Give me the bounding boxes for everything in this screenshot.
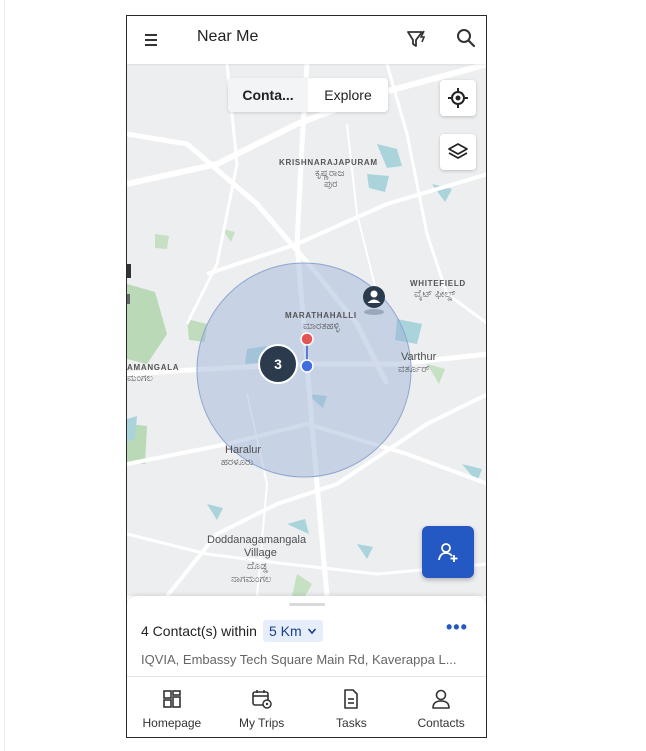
- bottom-navigation: Homepage My Trips Tasks Contacts: [127, 676, 486, 737]
- nav-homepage[interactable]: Homepage: [127, 677, 217, 737]
- add-person-icon: [438, 543, 458, 562]
- locate-icon: [448, 88, 468, 108]
- place-label-doddanagamangala-kn2: ನಾಗಮಂಗಲ: [231, 574, 272, 585]
- current-location-marker: [300, 332, 314, 373]
- place-label-marathahalli-kn: ಮಾರತಹಳ್ಳಿ: [303, 321, 340, 332]
- contacts-summary: 4 Contact(s) within 5 Km: [141, 620, 323, 642]
- place-label-whitefield: WHITEFIELD: [410, 279, 466, 288]
- map-mode-tabs: Conta... Explore: [228, 78, 388, 112]
- nav-label: Homepage: [142, 715, 202, 730]
- locate-button[interactable]: [440, 80, 476, 116]
- top-app-bar: Near Me: [127, 16, 486, 64]
- sheet-drag-handle[interactable]: [289, 603, 325, 606]
- place-label-varthur: Varthur: [401, 351, 437, 363]
- page-divider: [4, 0, 5, 751]
- filter-icon[interactable]: [405, 27, 429, 51]
- nav-label: Contacts: [417, 715, 465, 730]
- chevron-down-icon: [307, 628, 316, 635]
- place-label-mangala: AMANGALA: [127, 363, 180, 372]
- place-label-varthur-kn: ವರ್ತೂರ್: [398, 364, 430, 375]
- nav-my-trips[interactable]: My Trips: [217, 677, 307, 737]
- page-title: Near Me: [197, 28, 259, 45]
- more-options-button[interactable]: •••: [446, 617, 468, 638]
- place-label-doddanagamangala-kn: ದೊಡ್ಡ: [247, 561, 268, 572]
- app-screen: Near Me Conta... Explore KRISHNARAJAPURA…: [126, 15, 487, 738]
- tab-contacts[interactable]: Conta...: [228, 78, 308, 112]
- nav-label: My Trips: [238, 715, 285, 730]
- nav-contacts[interactable]: Contacts: [396, 677, 486, 737]
- person-icon: [432, 689, 450, 709]
- current-address: IQVIA, Embassy Tech Square Main Rd, Kave…: [141, 652, 457, 667]
- contacts-count-text: 4 Contact(s) within: [141, 623, 257, 639]
- contacts-bottom-sheet[interactable]: 4 Contact(s) within 5 Km ••• IQVIA, Emba…: [127, 596, 486, 676]
- menu-icon[interactable]: [143, 30, 163, 50]
- layers-button[interactable]: [440, 134, 476, 170]
- tab-explore[interactable]: Explore: [308, 78, 388, 112]
- place-label-krishnarajapuram-kn: ಕೃಷ್ಣರಾಜ: [315, 168, 345, 179]
- place-label-doddanagamangala: Doddanagamangala: [207, 534, 307, 546]
- radius-value: 5 Km: [268, 623, 302, 639]
- place-label-krishnarajapuram-kn2: ಪುರ: [324, 179, 338, 190]
- add-contact-button[interactable]: [422, 526, 474, 578]
- layers-icon: [448, 143, 468, 159]
- place-label-haralur-kn: ಹರಳೂರು: [221, 457, 254, 468]
- nav-tasks[interactable]: Tasks: [307, 677, 397, 737]
- place-label-whitefield-kn: ವೈಟ್ ಫೀಲ್ಡ್: [414, 289, 456, 300]
- contact-cluster-marker[interactable]: 3: [258, 344, 298, 384]
- contact-pin-icon[interactable]: [361, 284, 387, 316]
- dashboard-icon: [163, 689, 181, 708]
- place-label-krishnarajapuram: KRISHNARAJAPURAM: [279, 158, 378, 167]
- nav-label: Tasks: [336, 715, 367, 730]
- place-label-village: Village: [244, 547, 277, 559]
- place-label-marathahalli: MARATHAHALLI: [285, 311, 357, 320]
- radius-dropdown[interactable]: 5 Km: [262, 620, 323, 642]
- trips-icon: [251, 689, 272, 709]
- map-view[interactable]: Conta... Explore KRISHNARAJAPURAM ಕೃಷ್ಣರ…: [127, 64, 486, 596]
- search-icon[interactable]: [455, 27, 477, 49]
- tasks-icon: [344, 688, 359, 709]
- place-label-haralur: Haralur: [225, 444, 262, 456]
- place-label-mangala-kn: ಮಂಗಲ: [127, 373, 153, 384]
